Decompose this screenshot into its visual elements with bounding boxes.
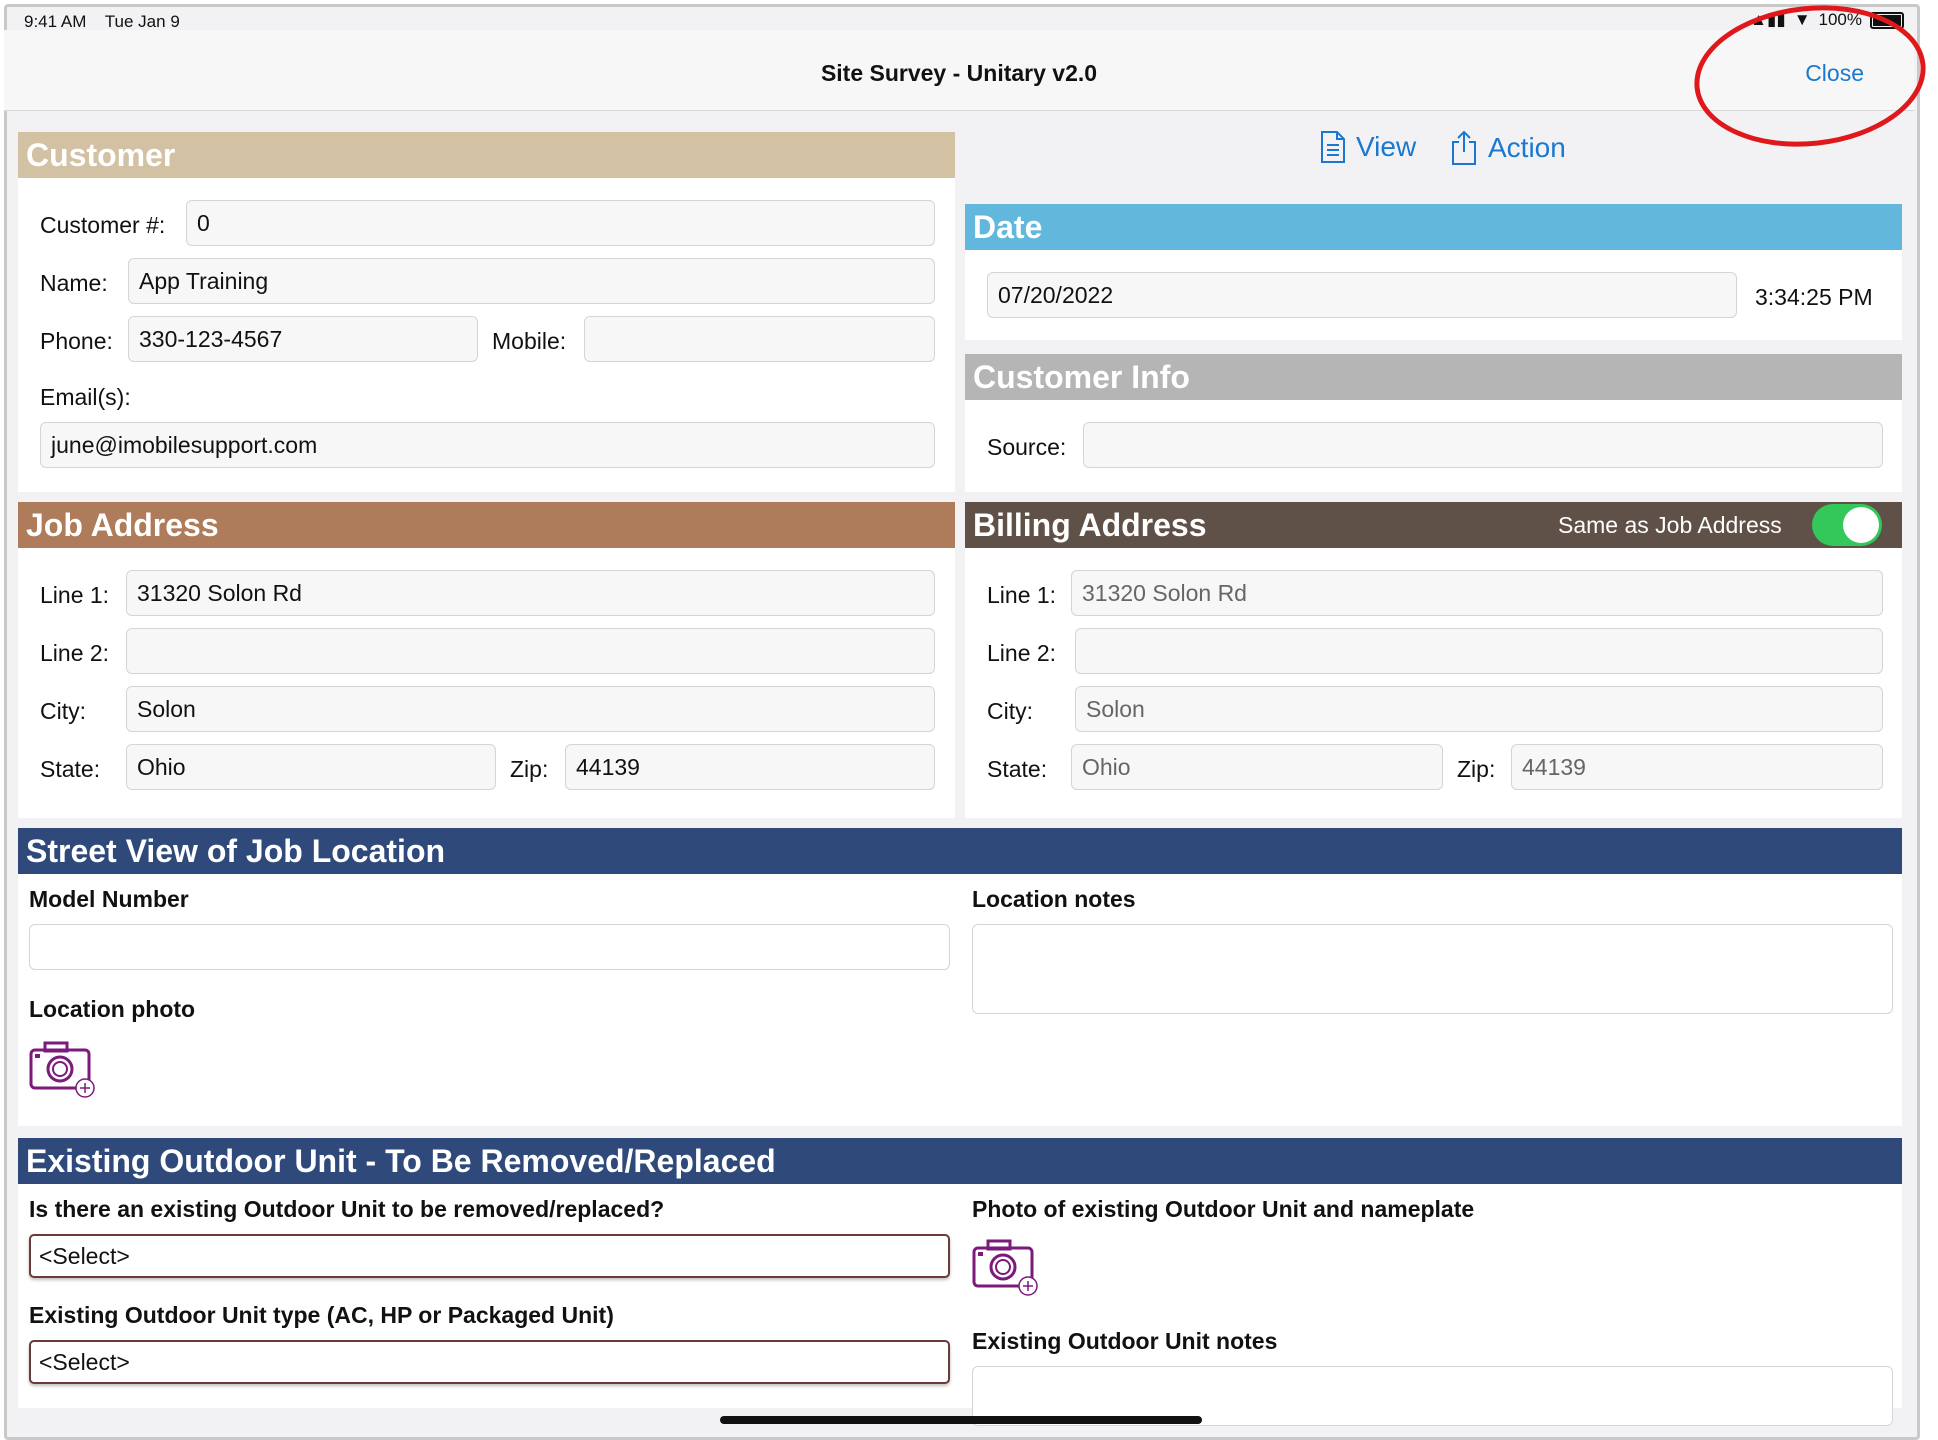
- action-label: Action: [1488, 132, 1566, 163]
- outdoor-unit-header: Existing Outdoor Unit - To Be Removed/Re…: [18, 1138, 1902, 1184]
- outdoor-unit-replace-select[interactable]: <Select>: [29, 1234, 950, 1278]
- billing-state-label: State:: [987, 756, 1048, 782]
- customer-panel: Customer Customer #: 0 Name: App Trainin…: [18, 132, 955, 492]
- customer-info-header: Customer Info: [965, 354, 1902, 400]
- job-line1-label: Line 1:: [40, 582, 110, 608]
- customer-header: Customer: [18, 132, 955, 178]
- outdoor-unit-question-label: Is there an existing Outdoor Unit to be …: [29, 1196, 665, 1222]
- page-title: Site Survey - Unitary v2.0: [820, 60, 1098, 86]
- billing-address-title: Billing Address: [973, 507, 1207, 543]
- job-city-field[interactable]: Solon: [126, 686, 935, 732]
- customer-info-panel: Customer Info Source:: [965, 354, 1902, 492]
- name-field[interactable]: App Training: [128, 258, 935, 304]
- time-value: 3:34:25 PM: [1755, 284, 1873, 310]
- outdoor-unit-type-label: Existing Outdoor Unit type (AC, HP or Pa…: [29, 1302, 614, 1328]
- status-time: 9:41 AM: [24, 12, 87, 31]
- close-button[interactable]: Close: [1805, 60, 1864, 87]
- battery-percent: 100%: [1818, 10, 1862, 29]
- status-bar: 9:41 AM Tue Jan 9: [24, 12, 194, 32]
- outdoor-unit-section: Existing Outdoor Unit - To Be Removed/Re…: [18, 1138, 1902, 1426]
- billing-city-label: City:: [987, 698, 1033, 724]
- customer-number-label: Customer #:: [40, 212, 166, 238]
- street-view-header: Street View of Job Location: [18, 828, 1902, 874]
- battery-icon: [1870, 11, 1904, 29]
- view-label: View: [1356, 131, 1417, 162]
- source-field[interactable]: [1083, 422, 1883, 468]
- phone-field[interactable]: 330-123-4567: [128, 316, 478, 362]
- status-date: Tue Jan 9: [104, 12, 180, 31]
- same-as-job-toggle[interactable]: [1812, 504, 1882, 546]
- billing-line1-label: Line 1:: [987, 582, 1057, 608]
- date-field[interactable]: 07/20/2022: [987, 272, 1737, 318]
- billing-city-field: Solon: [1075, 686, 1883, 732]
- location-notes-label: Location notes: [972, 886, 1136, 912]
- job-city-label: City:: [40, 698, 86, 724]
- location-photo-label: Location photo: [29, 996, 196, 1022]
- job-address-header: Job Address: [18, 502, 955, 548]
- date-header: Date: [965, 204, 1902, 250]
- location-notes-field[interactable]: [972, 924, 1893, 1014]
- mobile-label: Mobile:: [492, 328, 567, 354]
- document-icon: [1321, 131, 1345, 163]
- same-as-job-label: Same as Job Address: [1558, 512, 1782, 538]
- outdoor-unit-type-select[interactable]: <Select>: [29, 1340, 950, 1384]
- source-label: Source:: [987, 434, 1067, 460]
- wifi-icon: ▼: [1793, 10, 1811, 29]
- job-address-panel: Job Address Line 1: 31320 Solon Rd Line …: [18, 502, 955, 818]
- share-icon: [1452, 130, 1476, 165]
- name-label: Name:: [40, 270, 108, 296]
- camera-add-icon[interactable]: [29, 1040, 95, 1100]
- billing-zip-field: 44139: [1511, 744, 1883, 790]
- billing-line1-field: 31320 Solon Rd: [1071, 570, 1883, 616]
- outdoor-unit-notes-label: Existing Outdoor Unit notes: [972, 1328, 1278, 1354]
- signal-icon: ▲▮▮: [1750, 10, 1786, 29]
- email-field[interactable]: june@imobilesupport.com: [40, 422, 935, 468]
- date-panel: Date 07/20/2022 3:34:25 PM: [965, 204, 1902, 340]
- job-line1-field[interactable]: 31320 Solon Rd: [126, 570, 935, 616]
- billing-address-panel: Billing Address Same as Job Address Line…: [965, 502, 1902, 818]
- navigation-bar: Site Survey - Unitary v2.0 Close: [4, 30, 1914, 111]
- camera-add-icon[interactable]: [972, 1238, 1038, 1298]
- outdoor-unit-photo-label: Photo of existing Outdoor Unit and namep…: [972, 1196, 1475, 1222]
- job-zip-field[interactable]: 44139: [565, 744, 935, 790]
- job-line2-field[interactable]: [126, 628, 935, 674]
- model-number-label: Model Number: [29, 886, 189, 912]
- status-indicators: ▲▮▮ ▼ 100%: [1750, 10, 1904, 30]
- phone-label: Phone:: [40, 328, 113, 354]
- job-zip-label: Zip:: [510, 756, 549, 782]
- billing-line2-field: [1075, 628, 1883, 674]
- email-label: Email(s):: [40, 384, 131, 410]
- job-state-field[interactable]: Ohio: [126, 744, 496, 790]
- billing-line2-label: Line 2:: [987, 640, 1057, 666]
- home-indicator: [720, 1416, 1202, 1424]
- mobile-field[interactable]: [584, 316, 935, 362]
- customer-number-field[interactable]: 0: [186, 200, 935, 246]
- view-button[interactable]: View: [1320, 130, 1416, 164]
- action-button[interactable]: Action: [1450, 130, 1566, 166]
- job-line2-label: Line 2:: [40, 640, 110, 666]
- street-view-section: Street View of Job Location Model Number…: [18, 828, 1902, 1126]
- job-state-label: State:: [40, 756, 101, 782]
- billing-state-field: Ohio: [1071, 744, 1443, 790]
- billing-zip-label: Zip:: [1457, 756, 1496, 782]
- model-number-field[interactable]: [29, 924, 950, 970]
